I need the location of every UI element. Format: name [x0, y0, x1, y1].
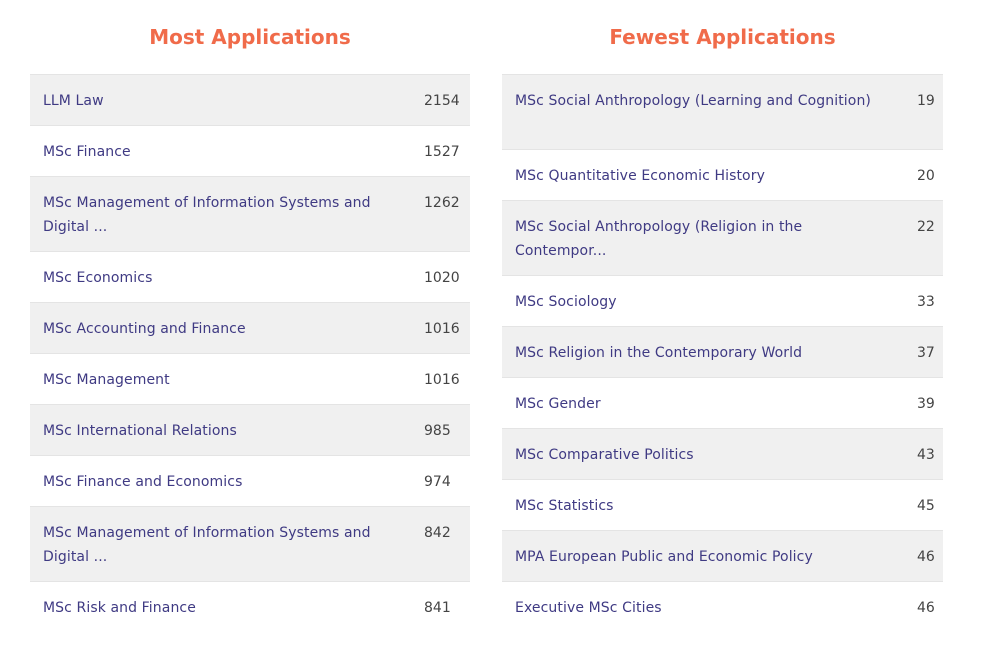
programme-name: MPA European Public and Economic Policy [515, 549, 813, 565]
list-item: MSc Accounting and Finance 1016 [30, 303, 470, 354]
application-count: 39 [917, 396, 935, 412]
list-item: MSc Religion in the Contemporary World 3… [502, 327, 943, 378]
list-item: Executive MSc Cities 46 [502, 582, 943, 633]
application-count: 46 [917, 549, 935, 565]
list-item: MSc Economics 1020 [30, 252, 470, 303]
application-count: 22 [917, 219, 935, 235]
list-item: MSc International Relations 985 [30, 405, 470, 456]
application-count: 19 [917, 93, 935, 109]
programme-name: MSc International Relations [43, 423, 237, 439]
programme-name: Executive MSc Cities [515, 600, 662, 616]
application-count: 985 [424, 423, 451, 439]
list-item: MSc Social Anthropology (Religion in the… [502, 201, 943, 276]
application-count: 2154 [424, 93, 460, 109]
list-item: MSc Gender 39 [502, 378, 943, 429]
list-item: MSc Quantitative Economic History 20 [502, 150, 943, 201]
list-item: MSc Management 1016 [30, 354, 470, 405]
fewest-applications-panel: Fewest Applications MSc Social Anthropol… [502, 0, 943, 633]
programme-name: MSc Finance and Economics [43, 474, 243, 490]
application-count: 842 [424, 525, 451, 541]
application-count: 37 [917, 345, 935, 361]
list-item: MSc Comparative Politics 43 [502, 429, 943, 480]
application-count: 1527 [424, 144, 460, 160]
list-item: MPA European Public and Economic Policy … [502, 531, 943, 582]
programme-name: MSc Quantitative Economic History [515, 168, 765, 184]
most-applications-list: LLM Law 2154 MSc Finance 1527 MSc Manage… [30, 74, 470, 633]
application-count: 1262 [424, 195, 460, 211]
programme-name: MSc Social Anthropology (Learning and Co… [515, 93, 871, 109]
programme-name: MSc Accounting and Finance [43, 321, 246, 337]
programme-name: MSc Management [43, 372, 170, 388]
list-item: MSc Management of Information Systems an… [30, 507, 470, 582]
application-count: 1020 [424, 270, 460, 286]
application-count: 45 [917, 498, 935, 514]
programme-name: MSc Comparative Politics [515, 447, 694, 463]
list-item: MSc Finance 1527 [30, 126, 470, 177]
programme-name: MSc Risk and Finance [43, 600, 196, 616]
list-item: MSc Risk and Finance 841 [30, 582, 470, 633]
application-count: 1016 [424, 372, 460, 388]
programme-name: MSc Religion in the Contemporary World [515, 345, 803, 361]
programme-name: MSc Sociology [515, 294, 617, 310]
application-count: 974 [424, 474, 451, 490]
list-item: MSc Statistics 45 [502, 480, 943, 531]
application-count: 20 [917, 168, 935, 184]
programme-name: MSc Economics [43, 270, 153, 286]
programme-name: MSc Management of Information Systems an… [43, 525, 371, 565]
fewest-applications-title: Fewest Applications [609, 25, 836, 49]
list-item: MSc Management of Information Systems an… [30, 177, 470, 252]
programme-name: MSc Social Anthropology (Religion in the… [515, 219, 803, 259]
list-item: LLM Law 2154 [30, 75, 470, 126]
programme-name: MSc Statistics [515, 498, 614, 514]
list-item: MSc Sociology 33 [502, 276, 943, 327]
list-item: MSc Social Anthropology (Learning and Co… [502, 75, 943, 150]
programme-name: MSc Gender [515, 396, 601, 412]
programme-name: MSc Finance [43, 144, 131, 160]
list-item: MSc Finance and Economics 974 [30, 456, 470, 507]
programme-name: MSc Management of Information Systems an… [43, 195, 371, 235]
application-count: 33 [917, 294, 935, 310]
application-count: 43 [917, 447, 935, 463]
application-count: 1016 [424, 321, 460, 337]
application-count: 46 [917, 600, 935, 616]
most-applications-panel: Most Applications LLM Law 2154 MSc Finan… [30, 0, 470, 633]
most-applications-title: Most Applications [149, 25, 351, 49]
fewest-applications-list: MSc Social Anthropology (Learning and Co… [502, 74, 943, 633]
programme-name: LLM Law [43, 93, 104, 109]
application-count: 841 [424, 600, 451, 616]
